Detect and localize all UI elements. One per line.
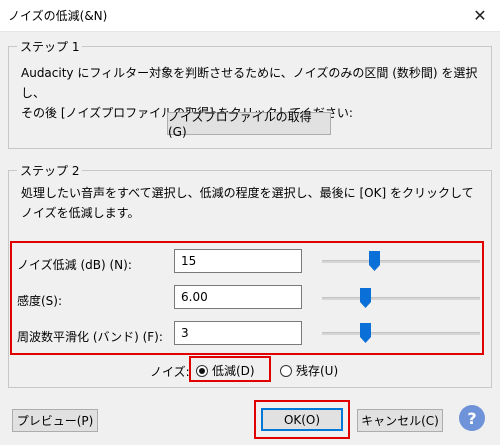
reduce-radio[interactable]: 低減(D)	[196, 362, 255, 379]
frequency-smoothing-label: 周波数平滑化 (バンド) (F):	[17, 330, 163, 344]
preview-button[interactable]: プレビュー(P)	[12, 409, 98, 432]
get-noise-profile-button[interactable]: ノイズプロファイルの取得(G)	[167, 110, 331, 139]
frequency-smoothing-slider[interactable]	[322, 323, 480, 343]
noise-reduction-label: ノイズ低減 (dB) (N):	[17, 258, 132, 272]
noise-reduction-slider[interactable]	[322, 251, 480, 271]
slider-thumb-icon[interactable]	[369, 251, 381, 271]
close-icon[interactable]: ✕	[460, 0, 500, 31]
residue-radio[interactable]: 残存(U)	[280, 362, 338, 379]
slider-track	[322, 332, 480, 335]
noise-reduction-field[interactable]: 15	[174, 249, 302, 273]
window-title: ノイズの低減(&N)	[8, 9, 108, 23]
step2-legend: ステップ 2	[17, 162, 83, 179]
noise-label: ノイズ:	[150, 365, 190, 379]
step2-line1: 処理したい音声をすべて選択し、低減の程度を選択し、最後に [OK] をクリックし…	[21, 186, 474, 200]
sensitivity-slider[interactable]	[322, 288, 480, 308]
step2-line2: ノイズを低減します。	[21, 206, 140, 220]
cancel-button[interactable]: キャンセル(C)	[357, 409, 443, 432]
step2-instructions: 処理したい音声をすべて選択し、低減の程度を選択し、最後に [OK] をクリックし…	[21, 183, 474, 223]
slider-track	[322, 260, 480, 263]
ok-button[interactable]: OK(O)	[261, 408, 343, 431]
reduce-radio-label: 低減(D)	[212, 364, 255, 378]
step1-line1: Audacity にフィルター対象を判断させるために、ノイズのみの区間 (数秒間…	[21, 66, 478, 100]
radio-selected-icon	[196, 364, 208, 377]
residue-radio-label: 残存(U)	[296, 364, 339, 378]
frequency-smoothing-field[interactable]: 3	[174, 321, 302, 345]
title-bar: ノイズの低減(&N) ✕	[0, 0, 500, 32]
slider-thumb-icon[interactable]	[359, 323, 371, 343]
slider-track	[322, 297, 480, 300]
step1-legend: ステップ 1	[17, 38, 83, 55]
slider-thumb-icon[interactable]	[359, 288, 371, 308]
sensitivity-field[interactable]: 6.00	[174, 285, 302, 309]
step1-group: ステップ 1 Audacity にフィルター対象を判断させるために、ノイズのみの…	[8, 38, 492, 149]
radio-unselected-icon	[280, 364, 292, 377]
help-icon[interactable]: ?	[459, 405, 485, 431]
sensitivity-label: 感度(S):	[17, 294, 63, 308]
